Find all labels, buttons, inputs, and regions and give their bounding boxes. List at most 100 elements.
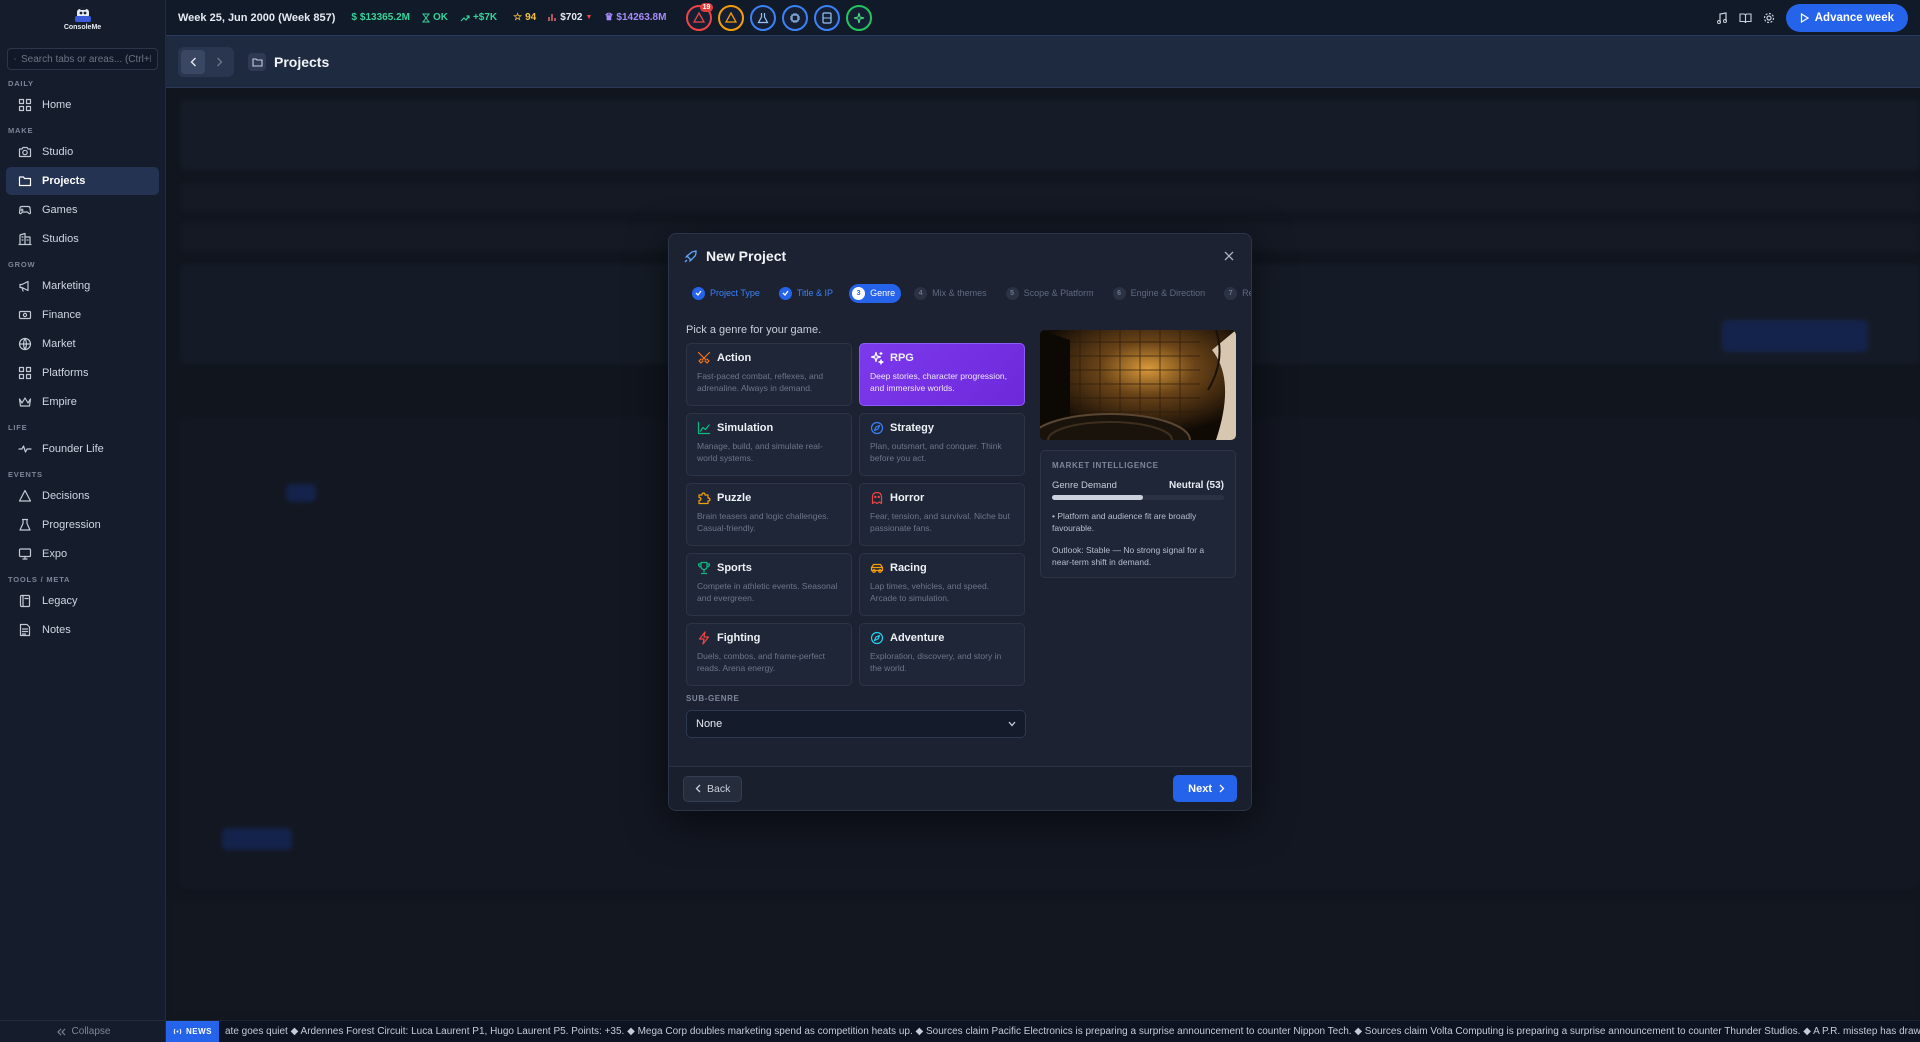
warning-icon	[725, 12, 738, 23]
flask-icon	[19, 518, 31, 531]
wizard-steps: Project Type Title & IP 3 Genre 4 Mix & theme…	[669, 278, 1251, 308]
sidebar-item-empire[interactable]: Empire	[6, 388, 159, 416]
genre-name: Action	[717, 352, 752, 364]
settings-icon[interactable]	[1763, 12, 1775, 24]
book-open-icon[interactable]	[1739, 12, 1752, 24]
next-button[interactable]: Next	[1173, 775, 1237, 802]
sidebar-item-progression[interactable]: Progression	[6, 511, 159, 539]
subgenre-select[interactable]: None	[686, 710, 1026, 738]
step-label: Mix & themes	[932, 288, 987, 298]
nav-section-label: LIFE	[8, 423, 28, 432]
genre-name: Strategy	[890, 422, 935, 434]
sidebar-item-marketing[interactable]: Marketing	[6, 272, 159, 300]
warnings-button[interactable]	[718, 4, 745, 31]
close-button[interactable]	[1221, 248, 1237, 264]
growth-button[interactable]	[846, 4, 873, 31]
status-value: OK	[432, 12, 448, 23]
music-icon[interactable]	[1716, 11, 1728, 24]
cash-value: $13365.2M	[359, 12, 410, 23]
down-arrow-icon: ▼	[585, 14, 593, 21]
genre-card-strategy[interactable]: Strategy Plan, outsmart, and conquer. Thi…	[859, 413, 1025, 476]
sidebar-item-label: Marketing	[42, 280, 91, 292]
genre-artwork	[1040, 330, 1236, 440]
warning-icon	[18, 489, 32, 502]
demand-meter	[1052, 495, 1224, 500]
sidebar-item-projects[interactable]: Projects	[6, 167, 159, 195]
advance-week-button[interactable]: Advance week	[1785, 3, 1908, 32]
market-intelligence-panel: MARKET INTELLIGENCE Genre Demand Neutral…	[1040, 450, 1236, 578]
wizard-step[interactable]: Title & IP	[776, 284, 839, 303]
sidebar-item-label: Studio	[42, 146, 74, 158]
genre-name: Racing	[890, 562, 927, 574]
genre-card-sports[interactable]: Sports Compete in athletic events. Season…	[686, 553, 852, 616]
cash-stat: $ $13365.2M	[351, 12, 410, 23]
sidebar-item-founder-life[interactable]: Founder Life	[6, 435, 159, 463]
wizard-step[interactable]: 7 Re	[1221, 284, 1251, 303]
genre-name: Adventure	[890, 632, 945, 644]
sidebar-item-expo[interactable]: Expo	[6, 540, 159, 568]
dollar-icon: $	[351, 12, 357, 23]
step-number: 3	[852, 286, 866, 300]
step-label: Engine & Direction	[1130, 288, 1206, 298]
wizard-step[interactable]: 4 Mix & themes	[911, 284, 993, 303]
empire-stat: ♛ $14263.8M	[604, 12, 666, 23]
forward-nav-button[interactable]	[207, 50, 231, 74]
sidebar-item-legacy[interactable]: Legacy	[6, 587, 159, 615]
genre-card-horror[interactable]: Horror Fear, tension, and survival. Niche…	[859, 483, 1025, 546]
sidebar-item-label: Market	[42, 338, 76, 350]
sidebar-item-decisions[interactable]: Decisions	[6, 482, 159, 510]
sidebar-item-games[interactable]: Games	[6, 196, 159, 224]
hardware-button[interactable]	[782, 4, 809, 31]
week-indicator: Week 25, Jun 2000 (Week 857)	[178, 11, 336, 24]
genre-card-adventure[interactable]: Adventure Exploration, discovery, and sto…	[859, 623, 1025, 686]
history-nav	[178, 46, 234, 77]
ghost-icon	[871, 491, 883, 505]
sidebar-nav: DAILY Home MAKE Studio Projects Games Studios G…	[0, 78, 165, 644]
globe-icon	[18, 337, 32, 351]
wizard-step[interactable]: 5 Scope & Platform	[1003, 284, 1100, 303]
alerts-button[interactable]: 19	[686, 2, 714, 31]
back-button[interactable]: Back	[683, 775, 743, 802]
compass-icon	[870, 631, 884, 645]
sidebar-item-finance[interactable]: Finance	[6, 301, 159, 329]
star-icon: ☆	[513, 12, 523, 23]
research-button[interactable]	[750, 4, 777, 31]
sidebar-item-platforms[interactable]: Platforms	[6, 359, 159, 387]
search-box[interactable]	[7, 48, 158, 70]
back-nav-button[interactable]	[181, 49, 205, 74]
app-logo[interactable]: ConsoleMe	[0, 0, 165, 37]
trending-up-icon	[460, 14, 470, 21]
genre-description: Manage, build, and simulate real-world s…	[697, 441, 823, 463]
alert-triangle-icon	[693, 12, 706, 23]
genre-card-racing[interactable]: Racing Lap times, vehicles, and speed. Ar…	[859, 553, 1025, 616]
nav-item-icon	[18, 98, 32, 112]
demand-label: Genre Demand	[1052, 480, 1117, 491]
wizard-step[interactable]: 3 Genre	[849, 283, 902, 303]
media-button[interactable]	[814, 4, 841, 31]
news-tag-label: NEWS	[186, 1027, 212, 1036]
sidebar-item-studios[interactable]: Studios	[6, 225, 159, 253]
price-value: $702	[560, 12, 583, 23]
genre-description: Plan, outsmart, and conquer. Think befor…	[870, 441, 1002, 463]
sidebar-item-notes[interactable]: Notes	[6, 616, 159, 644]
genre-card-action[interactable]: Action Fast-paced combat, reflexes, and a…	[686, 343, 852, 406]
wizard-step[interactable]: 6 Engine & Direction	[1110, 284, 1212, 303]
step-label: Title & IP	[796, 288, 834, 298]
genre-prompt: Pick a genre for your game.	[686, 324, 822, 336]
alert-count-badge: 19	[699, 2, 714, 12]
modal-footer: Back Next	[669, 766, 1251, 810]
sidebar-item-home[interactable]: Home	[6, 91, 159, 119]
trend-value: +$7K	[472, 12, 498, 23]
wizard-step[interactable]: Project Type	[689, 284, 766, 303]
genre-card-rpg[interactable]: RPG Deep stories, character progression, …	[859, 343, 1025, 406]
genre-card-simulation[interactable]: Simulation Manage, build, and simulate re…	[686, 413, 852, 476]
chevron-right-icon	[216, 57, 222, 66]
search-input[interactable]	[21, 53, 151, 65]
genre-card-puzzle[interactable]: Puzzle Brain teasers and logic challenges…	[686, 483, 852, 546]
sidebar-item-label: Home	[42, 99, 72, 111]
hourglass-icon	[421, 13, 430, 22]
sidebar-item-studio[interactable]: Studio	[6, 138, 159, 166]
genre-card-fighting[interactable]: Fighting Duels, combos, and frame-perfect…	[686, 623, 852, 686]
sidebar-item-market[interactable]: Market	[6, 330, 159, 358]
collapse-button[interactable]: Collapse	[0, 1020, 166, 1042]
